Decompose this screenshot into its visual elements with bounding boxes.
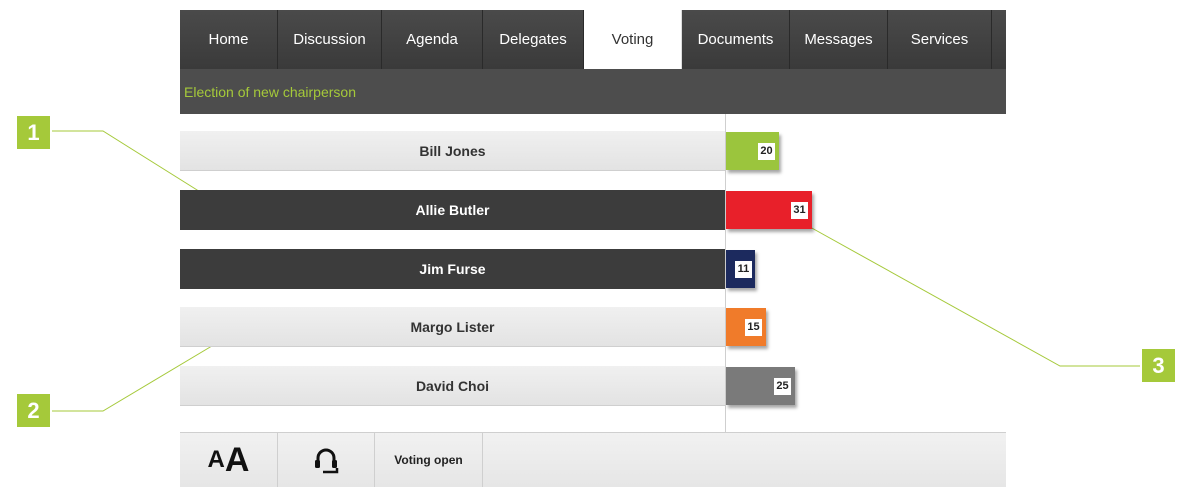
font-size-small-icon: A [207, 446, 225, 473]
tab-home[interactable]: Home [180, 10, 278, 69]
result-bar-allie-butler: 31 [726, 191, 812, 229]
candidate-name: David Choi [415, 377, 490, 394]
vote-count: 25 [774, 377, 791, 395]
tab-services[interactable]: Services [888, 10, 992, 69]
bottom-toolbar: AA Voting open [180, 432, 1006, 487]
result-bar-margo-lister: 15 [726, 308, 766, 346]
candidate-name: Jim Furse [419, 261, 486, 277]
vote-title-bar: Election of new chairperson [180, 69, 1006, 114]
tab-voting[interactable]: Voting [584, 10, 682, 69]
candidate-jim-furse[interactable]: Jim Furse [180, 249, 725, 289]
candidate-margo-lister[interactable]: Margo Lister [180, 307, 725, 347]
candidate-name: Bill Jones [419, 142, 486, 159]
candidate-name: Allie Butler [415, 202, 490, 218]
result-bar-david-choi: 25 [726, 367, 795, 405]
candidate-allie-butler[interactable]: Allie Butler [180, 190, 725, 230]
top-nav: Home Discussion Agenda Delegates Voting … [180, 10, 1006, 69]
tab-agenda[interactable]: Agenda [382, 10, 483, 69]
callout-1: 1 [17, 116, 50, 149]
headset-icon [315, 448, 339, 474]
tab-delegates[interactable]: Delegates [483, 10, 584, 69]
vote-count: 11 [735, 260, 752, 278]
vote-count: 15 [745, 318, 762, 336]
candidate-david-choi[interactable]: David Choi [180, 366, 725, 406]
tab-documents[interactable]: Documents [682, 10, 790, 69]
callout-3: 3 [1142, 349, 1175, 382]
vote-count: 20 [758, 142, 775, 160]
candidate-bill-jones[interactable]: Bill Jones [180, 131, 725, 171]
result-bar-bill-jones: 20 [726, 132, 779, 170]
headset-button[interactable] [278, 433, 375, 487]
candidate-name: Margo Lister [410, 318, 495, 335]
vote-title: Election of new chairperson [184, 83, 356, 100]
vote-count: 31 [791, 201, 808, 219]
voting-app: Home Discussion Agenda Delegates Voting … [180, 10, 1006, 487]
voting-status: Voting open [375, 433, 483, 487]
voting-status-text: Voting open [394, 453, 463, 467]
tab-discussion[interactable]: Discussion [278, 10, 382, 69]
result-bar-jim-furse: 11 [726, 250, 755, 288]
font-size-button[interactable]: AA [180, 433, 278, 487]
font-size-large-icon: A [224, 440, 250, 479]
tab-messages[interactable]: Messages [790, 10, 888, 69]
callout-2: 2 [17, 394, 50, 427]
